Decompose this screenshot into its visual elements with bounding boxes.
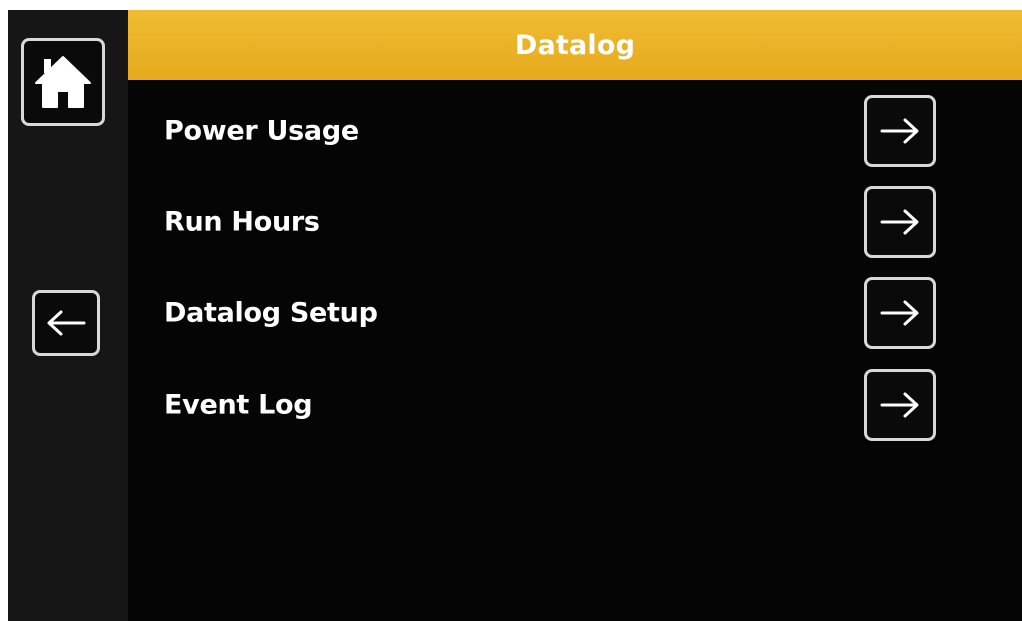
menu-item-power-usage[interactable]: Power Usage [128, 91, 1022, 171]
arrow-right-icon [878, 391, 922, 419]
sidebar [8, 10, 128, 621]
event-log-arrow-button[interactable] [864, 369, 936, 441]
home-button[interactable] [21, 38, 105, 126]
menu-item-label: Event Log [164, 389, 313, 421]
power-usage-arrow-button[interactable] [864, 95, 936, 167]
arrow-left-icon [44, 309, 88, 337]
menu-item-run-hours[interactable]: Run Hours [128, 182, 1022, 262]
datalog-setup-arrow-button[interactable] [864, 277, 936, 349]
menu-item-label: Run Hours [164, 206, 320, 238]
arrow-right-icon [878, 117, 922, 145]
device-screen: Datalog Power Usage Run Hours Datalog Se… [8, 10, 1022, 621]
arrow-right-icon [878, 299, 922, 327]
page-title: Datalog [514, 29, 636, 61]
back-button[interactable] [32, 290, 100, 356]
arrow-right-icon [878, 208, 922, 236]
title-bar: Datalog [128, 10, 1022, 80]
run-hours-arrow-button[interactable] [864, 186, 936, 258]
menu-item-label: Datalog Setup [164, 297, 378, 329]
menu-item-datalog-setup[interactable]: Datalog Setup [128, 273, 1022, 353]
menu-item-label: Power Usage [164, 115, 359, 147]
menu-item-event-log[interactable]: Event Log [128, 365, 1022, 445]
home-icon [32, 51, 94, 113]
